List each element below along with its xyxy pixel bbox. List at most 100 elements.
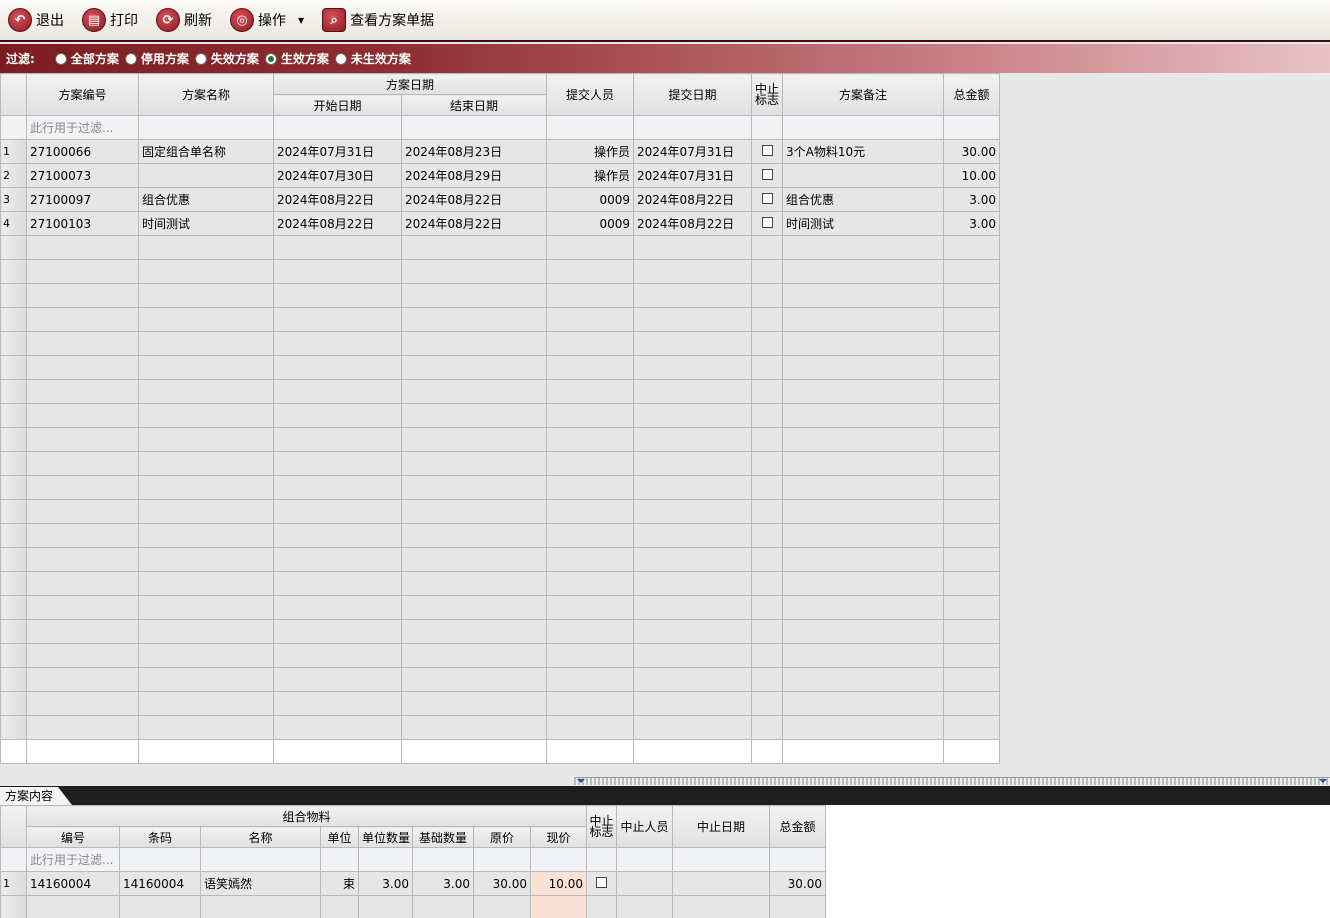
filter-cell[interactable]: [782, 115, 945, 140]
filter-cell[interactable]: [138, 115, 274, 140]
filter-cell[interactable]: [616, 847, 674, 872]
col-header-stop-flag[interactable]: 中止 标志: [751, 73, 784, 116]
cell-remark[interactable]: 时间测试: [782, 211, 945, 236]
filter-option-all[interactable]: 全部方案: [54, 50, 119, 67]
col-header-start-date[interactable]: 开始日期: [273, 94, 402, 116]
view-document-button[interactable]: ⌕ 查看方案单据: [322, 5, 434, 35]
cell-submit-date[interactable]: 2024年08月22日: [633, 211, 753, 236]
row-indicator[interactable]: 3: [0, 187, 27, 212]
cell-name[interactable]: 固定组合单名称: [138, 139, 274, 164]
cell-submitter[interactable]: 操作员: [546, 163, 635, 188]
col-header-stop-person[interactable]: 中止人员: [616, 805, 674, 848]
cell-stop-date[interactable]: [672, 871, 771, 896]
filter-option-not-effective[interactable]: 未生效方案: [334, 50, 411, 67]
checkbox-icon[interactable]: [761, 216, 773, 228]
checkbox-icon[interactable]: [596, 876, 608, 888]
row-indicator[interactable]: 1: [0, 871, 27, 896]
cell-end[interactable]: 2024年08月29日: [400, 163, 548, 188]
filter-cell[interactable]: [633, 115, 753, 140]
filter-cell[interactable]: [273, 115, 402, 140]
cell-start[interactable]: 2024年08月22日: [273, 187, 402, 212]
cell-barcode[interactable]: 14160004: [119, 871, 201, 896]
filter-cell-code[interactable]: 此行用于过滤...: [26, 115, 139, 140]
cell-total[interactable]: 30.00: [943, 139, 1001, 164]
checkbox-icon[interactable]: [761, 192, 773, 204]
filter-cell[interactable]: [200, 847, 321, 872]
print-button[interactable]: ▤ 打印: [82, 5, 138, 35]
checkbox-icon[interactable]: [761, 144, 773, 156]
cell-submit-date[interactable]: 2024年07月31日: [633, 163, 753, 188]
col-header-code[interactable]: 编号: [26, 826, 120, 848]
table-row[interactable]: 1 14160004 14160004 语笑嫣然束 3.00 3.00 30.00 10.00…: [0, 871, 827, 896]
filter-cell[interactable]: [943, 115, 1001, 140]
col-header-stop-date[interactable]: 中止日期: [672, 805, 771, 848]
cell-name[interactable]: 组合优惠: [138, 187, 274, 212]
cell-unit[interactable]: 束: [320, 871, 359, 896]
col-header-orig-price[interactable]: 原价: [473, 826, 531, 848]
row-indicator[interactable]: 4: [0, 211, 27, 236]
refresh-button[interactable]: ⟳ 刷新: [156, 5, 212, 35]
exit-button[interactable]: ↶ 退出: [8, 5, 64, 35]
filter-cell-code[interactable]: 此行用于过滤...: [26, 847, 120, 872]
col-header-total[interactable]: 总金额: [769, 805, 827, 848]
cell-code[interactable]: 27100103: [26, 211, 139, 236]
col-header-code[interactable]: 方案编号: [26, 73, 139, 116]
filter-cell[interactable]: [529, 847, 588, 872]
cell-submitter[interactable]: 操作员: [546, 139, 635, 164]
cell-base-qty[interactable]: 3.00: [412, 871, 474, 896]
filter-cell[interactable]: [473, 847, 531, 872]
col-header-stop-flag[interactable]: 中止 标志: [586, 805, 618, 848]
filter-option-expired[interactable]: 失效方案: [194, 50, 259, 67]
filter-cell[interactable]: [320, 847, 359, 872]
filter-cell[interactable]: [400, 115, 548, 140]
row-indicator[interactable]: 1: [0, 139, 27, 164]
cell-stop-flag[interactable]: [751, 163, 784, 188]
cell-end[interactable]: 2024年08月23日: [400, 139, 548, 164]
col-header-cur-price[interactable]: 现价: [529, 826, 588, 848]
panel-splitter[interactable]: [574, 777, 1330, 785]
col-header-submitter[interactable]: 提交人员: [546, 73, 635, 116]
cell-submit-date[interactable]: 2024年07月31日: [633, 139, 753, 164]
cell-name[interactable]: 语笑嫣然: [200, 871, 321, 896]
table-row[interactable]: 1 27100066 固定组合单名称 2024年07月31日 2024年08月23日 操作…: [0, 139, 1001, 164]
filter-cell[interactable]: [769, 847, 827, 872]
operate-dropdown-button[interactable]: ◎ 操作 ▼: [230, 5, 304, 35]
cell-unit-qty[interactable]: 3.00: [358, 871, 413, 896]
cell-end[interactable]: 2024年08月22日: [400, 211, 548, 236]
cell-total[interactable]: 3.00: [943, 211, 1001, 236]
cell-stop-flag[interactable]: [586, 871, 618, 896]
filter-cell[interactable]: [412, 847, 474, 872]
cell-code[interactable]: 27100097: [26, 187, 139, 212]
col-header-unit-qty[interactable]: 单位数量: [358, 826, 413, 848]
table-row[interactable]: 4 27100103 时间测试 2024年08月22日 2024年08月22日 0009 2…: [0, 211, 1001, 236]
cell-stop-person[interactable]: [616, 871, 674, 896]
cell-cur-price[interactable]: 10.00: [529, 871, 588, 896]
col-header-remark[interactable]: 方案备注: [782, 73, 945, 116]
col-header-total[interactable]: 总金额: [943, 73, 1001, 116]
cell-orig-price[interactable]: 30.00: [473, 871, 531, 896]
cell-total[interactable]: 30.00: [769, 871, 827, 896]
cell-name[interactable]: 时间测试: [138, 211, 274, 236]
cell-remark[interactable]: 组合优惠: [782, 187, 945, 212]
cell-stop-flag[interactable]: [751, 139, 784, 164]
cell-remark[interactable]: 3个A物料10元: [782, 139, 945, 164]
filter-option-disabled[interactable]: 停用方案: [124, 50, 189, 67]
filter-cell[interactable]: [119, 847, 201, 872]
cell-code[interactable]: 14160004: [26, 871, 120, 896]
cell-start[interactable]: 2024年07月31日: [273, 139, 402, 164]
cell-submit-date[interactable]: 2024年08月22日: [633, 187, 753, 212]
filter-cell[interactable]: [751, 115, 784, 140]
filter-cell[interactable]: [546, 115, 635, 140]
checkbox-icon[interactable]: [761, 168, 773, 180]
cell-start[interactable]: 2024年07月30日: [273, 163, 402, 188]
filter-cell[interactable]: [672, 847, 771, 872]
cell-start[interactable]: 2024年08月22日: [273, 211, 402, 236]
cell-total[interactable]: 10.00: [943, 163, 1001, 188]
col-header-name[interactable]: 方案名称: [138, 73, 274, 116]
col-header-unit[interactable]: 单位: [320, 826, 359, 848]
cell-code[interactable]: 27100073: [26, 163, 139, 188]
cell-submitter[interactable]: 0009: [546, 187, 635, 212]
filter-option-effective[interactable]: 生效方案: [264, 50, 329, 67]
col-header-end-date[interactable]: 结束日期: [400, 94, 548, 116]
table-row[interactable]: 2 27100073 2024年07月30日 2024年08月29日 操作员 2024年0…: [0, 163, 1001, 188]
